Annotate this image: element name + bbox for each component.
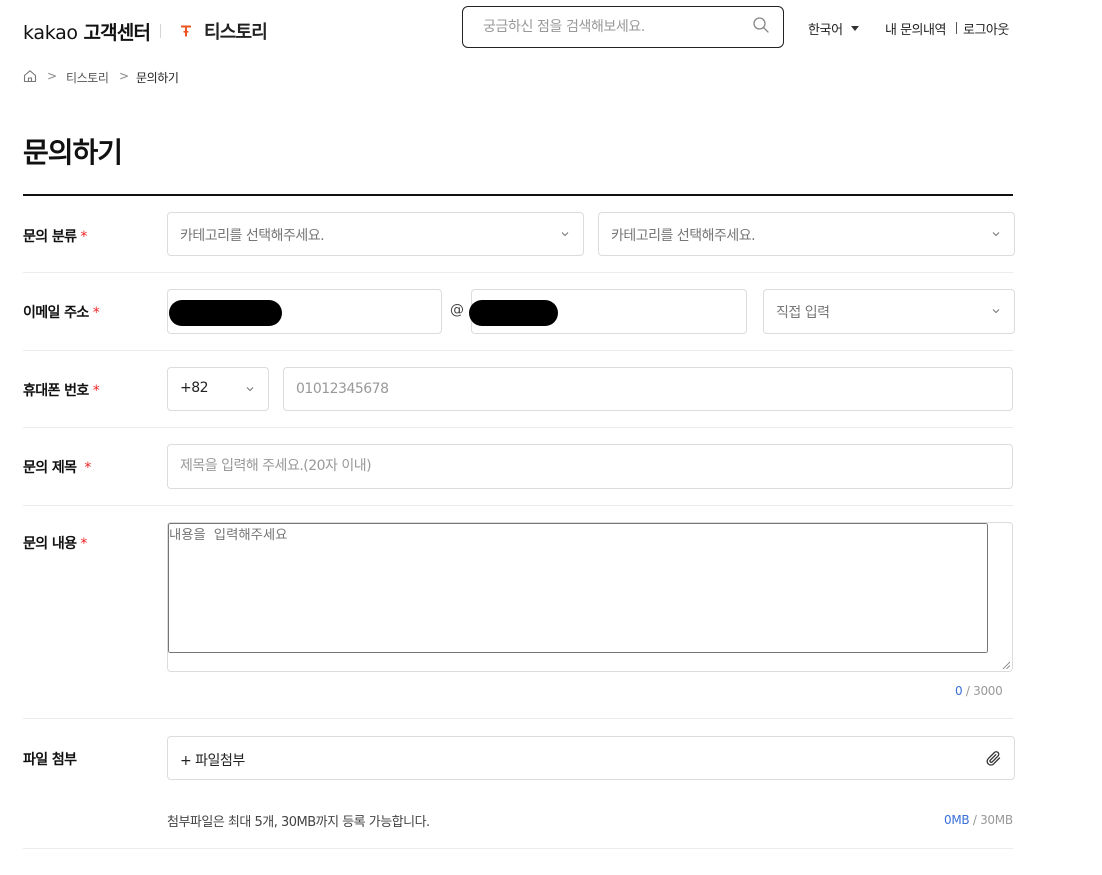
required-mark: * bbox=[92, 305, 100, 321]
char-counter: 0 / 3000 bbox=[955, 684, 1003, 698]
email-local-field[interactable] bbox=[167, 289, 442, 334]
row-divider bbox=[23, 350, 1013, 351]
brand-name: 고객센터 bbox=[83, 22, 152, 44]
service-name[interactable]: 티스토리 bbox=[204, 18, 268, 44]
logo-divider bbox=[160, 24, 161, 38]
tistory-icon bbox=[181, 25, 191, 37]
attachment-note: 첨부파일은 최대 5개, 30MB까지 등록 가능합니다. bbox=[167, 815, 430, 830]
category-select-1-text: 카테고리를 선택해주세요. bbox=[180, 228, 325, 244]
language-label: 한국어 bbox=[808, 23, 843, 38]
breadcrumb-separator: > bbox=[119, 69, 130, 83]
subject-field bbox=[167, 444, 1013, 489]
email-domain-select[interactable]: 직접 입력 bbox=[763, 289, 1015, 334]
char-count-max: / 3000 bbox=[965, 684, 1003, 698]
email-domain-select-text: 직접 입력 bbox=[776, 305, 830, 321]
at-sign: @ bbox=[450, 302, 464, 318]
category-select-2[interactable]: 카테고리를 선택해주세요. bbox=[598, 212, 1015, 256]
content-textarea[interactable] bbox=[168, 523, 988, 653]
home-icon[interactable] bbox=[23, 69, 37, 83]
country-code-select[interactable]: +82 bbox=[167, 367, 269, 411]
page-title: 문의하기 bbox=[23, 136, 123, 169]
email-label: 이메일 주소 * bbox=[23, 305, 100, 321]
breadcrumb-current: 문의하기 bbox=[136, 71, 179, 85]
content-label: 문의 내용 * bbox=[23, 536, 87, 552]
row-divider bbox=[23, 505, 1013, 506]
char-count-current: 0 bbox=[955, 684, 963, 698]
paperclip-icon bbox=[986, 751, 1001, 766]
search-input[interactable] bbox=[483, 7, 743, 47]
content-field bbox=[167, 522, 1013, 672]
redacted-email-local bbox=[169, 300, 282, 326]
row-divider bbox=[23, 427, 1013, 428]
category-label: 문의 분류 * bbox=[23, 229, 87, 245]
chevron-down-icon bbox=[246, 387, 254, 392]
chevron-down-icon bbox=[561, 232, 569, 237]
phone-label: 휴대폰 번호 * bbox=[23, 383, 100, 399]
search-icon[interactable] bbox=[752, 16, 770, 34]
required-mark: * bbox=[84, 460, 91, 476]
phone-field bbox=[283, 367, 1013, 411]
kakao-logo[interactable]: kakao 고객센터 bbox=[23, 18, 152, 45]
country-code-text: +82 bbox=[180, 380, 209, 396]
redacted-email-domain bbox=[469, 300, 558, 326]
email-domain-field[interactable] bbox=[469, 289, 747, 334]
caret-down-icon bbox=[850, 26, 859, 31]
row-divider bbox=[23, 848, 1013, 849]
attachment-size-max: / 30MB bbox=[972, 813, 1013, 827]
chevron-down-icon bbox=[992, 232, 1000, 237]
header-separator bbox=[956, 22, 957, 34]
required-mark: * bbox=[80, 229, 87, 245]
file-attach-label: + 파일첨부 bbox=[180, 753, 245, 769]
category-select-2-text: 카테고리를 선택해주세요. bbox=[611, 228, 756, 244]
chevron-down-icon bbox=[992, 309, 1000, 314]
search-box bbox=[462, 6, 784, 48]
subject-label: 문의 제목 * bbox=[23, 460, 91, 476]
attachment-size: 0MB / 30MB bbox=[944, 813, 1013, 827]
logout-link[interactable]: 로그아웃 bbox=[963, 19, 1009, 38]
attachment-label: 파일 첨부 bbox=[23, 752, 77, 768]
title-divider bbox=[23, 194, 1013, 196]
row-divider bbox=[23, 718, 1013, 719]
required-mark: * bbox=[80, 536, 87, 552]
language-select[interactable]: 한국어 bbox=[808, 19, 859, 38]
category-select-1[interactable]: 카테고리를 선택해주세요. bbox=[167, 212, 584, 256]
my-inquiries-link[interactable]: 내 문의내역 bbox=[885, 19, 946, 38]
breadcrumb-separator: > bbox=[47, 69, 58, 83]
phone-input[interactable] bbox=[296, 368, 996, 410]
required-mark: * bbox=[92, 383, 100, 399]
row-divider bbox=[23, 272, 1013, 273]
resize-handle-icon[interactable] bbox=[1002, 661, 1010, 669]
file-attach-button[interactable]: + 파일첨부 bbox=[167, 736, 1015, 780]
subject-input[interactable] bbox=[180, 445, 1000, 487]
breadcrumb-tistory[interactable]: 티스토리 bbox=[66, 69, 109, 86]
brand-prefix: kakao bbox=[23, 22, 78, 44]
attachment-size-used: 0MB bbox=[944, 813, 970, 827]
